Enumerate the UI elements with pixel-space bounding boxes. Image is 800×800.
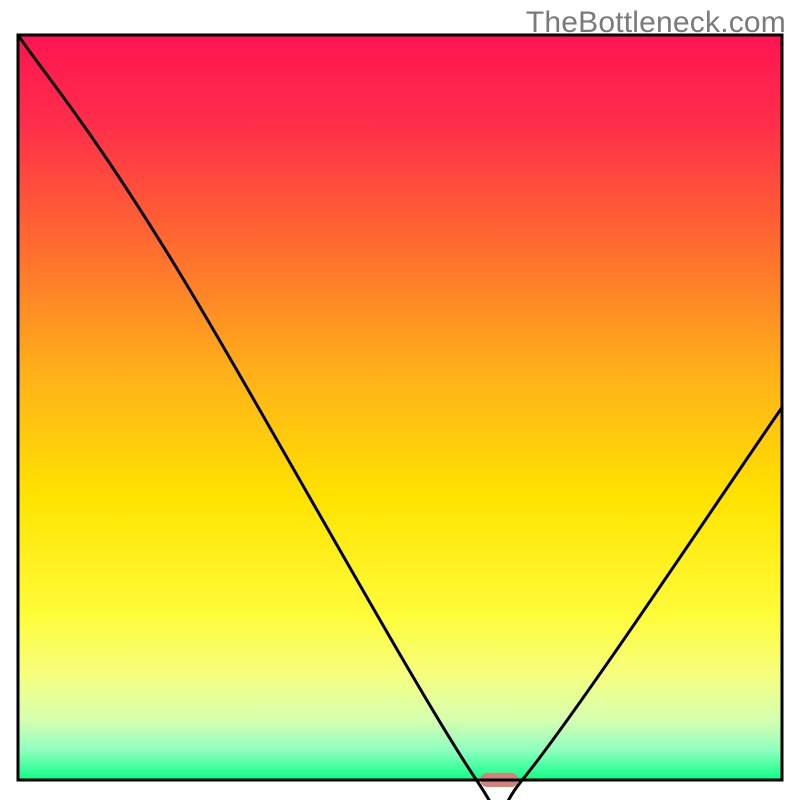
chart-container: TheBottleneck.com (0, 0, 800, 800)
gradient-background (18, 35, 782, 780)
watermark-text: TheBottleneck.com (526, 6, 786, 40)
bottleneck-chart (0, 0, 800, 800)
